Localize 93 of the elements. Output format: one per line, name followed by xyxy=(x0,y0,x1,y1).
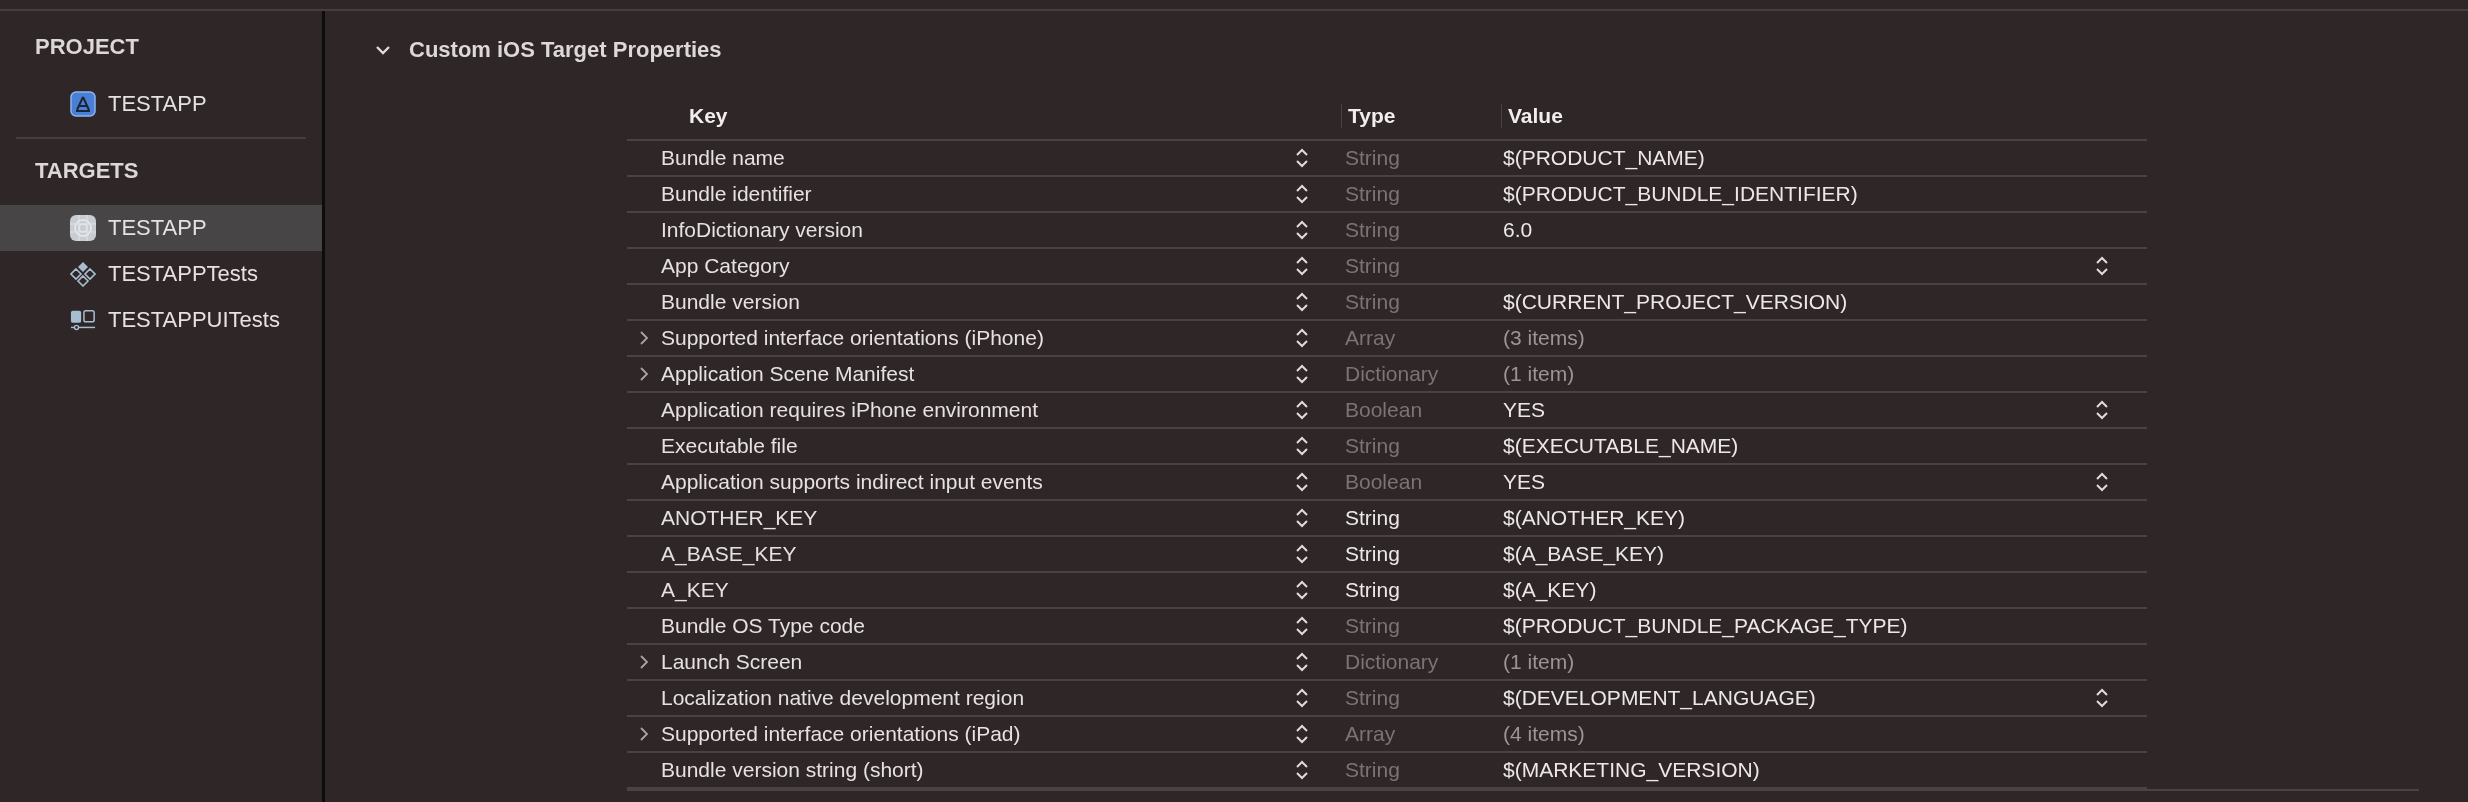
value-cell-text: $(DEVELOPMENT_LANGUAGE) xyxy=(1503,686,1817,710)
type-cell-text: String xyxy=(1345,506,1401,530)
value-cell-text: $(CURRENT_PROJECT_VERSION) xyxy=(1503,290,1849,314)
chevron-icon[interactable] xyxy=(639,654,649,670)
sidebar-item[interactable]: TESTAPP xyxy=(0,81,322,127)
value-cell-text: $(PRODUCT_BUNDLE_IDENTIFIER) xyxy=(1503,182,1859,206)
sidebar-item[interactable]: TESTAPPTests xyxy=(0,251,322,297)
stepper-icon[interactable] xyxy=(1295,363,1309,385)
value-cell-text: $(A_KEY) xyxy=(1503,578,1598,602)
type-cell-text: String xyxy=(1345,182,1401,206)
stepper-icon[interactable] xyxy=(1295,615,1309,637)
value-cell-text: $(PRODUCT_BUNDLE_PACKAGE_TYPE) xyxy=(1503,614,1909,638)
type-cell-text: String xyxy=(1345,686,1401,710)
stepper-icon[interactable] xyxy=(1295,723,1309,745)
stepper-icon[interactable] xyxy=(1295,399,1309,421)
stepper-icon[interactable] xyxy=(1295,147,1309,169)
sidebar-section-title: TARGETS xyxy=(34,157,140,185)
stepper-icon[interactable] xyxy=(1295,219,1309,241)
type-cell-text: String xyxy=(1345,254,1401,278)
app-icon xyxy=(70,215,96,241)
key-cell-text: Executable file xyxy=(661,434,799,458)
key-cell-text: InfoDictionary version xyxy=(661,218,864,242)
type-cell-text: Boolean xyxy=(1345,398,1424,422)
sidebar-section-title: PROJECT xyxy=(34,33,140,61)
stepper-icon[interactable] xyxy=(1295,759,1309,781)
type-cell-text: String xyxy=(1345,578,1401,602)
key-cell-text: Application supports indirect input events xyxy=(661,470,1044,494)
type-cell-text: String xyxy=(1345,542,1401,566)
value-cell-text: $(EXECUTABLE_NAME) xyxy=(1503,434,1740,458)
key-cell-text: A_BASE_KEY xyxy=(661,542,798,566)
key-cell-text: Bundle OS Type code xyxy=(661,614,866,638)
value-cell-text: YES xyxy=(1503,470,1547,494)
stepper-icon[interactable] xyxy=(1295,651,1309,673)
sidebar-item[interactable]: TESTAPPUITests xyxy=(0,297,322,343)
key-cell-text: ANOTHER_KEY xyxy=(661,506,819,530)
type-cell-text: Boolean xyxy=(1345,470,1424,494)
type-cell-text: Dictionary xyxy=(1345,650,1440,674)
stepper-icon[interactable] xyxy=(1295,579,1309,601)
key-cell-text: A_KEY xyxy=(661,578,730,602)
key-cell-text: Launch Screen xyxy=(661,650,804,674)
key-cell-text: Localization native development region xyxy=(661,686,1026,710)
key-cell-text: Supported interface orientations (iPhone) xyxy=(661,326,1045,350)
stepper-icon[interactable] xyxy=(1295,471,1309,493)
column-header[interactable]: Key xyxy=(689,104,728,128)
stepper-icon[interactable] xyxy=(1295,687,1309,709)
key-cell-text: Bundle name xyxy=(661,146,786,170)
value-cell-text: (1 item) xyxy=(1503,362,1576,386)
stepper-icon[interactable] xyxy=(1295,255,1309,277)
type-cell-text: String xyxy=(1345,614,1401,638)
stepper-icon[interactable] xyxy=(1295,291,1309,313)
type-cell-text: String xyxy=(1345,758,1401,782)
value-cell-text: (1 item) xyxy=(1503,650,1576,674)
value-cell-text: YES xyxy=(1503,398,1547,422)
type-cell-text: String xyxy=(1345,218,1401,242)
type-cell-text: String xyxy=(1345,290,1401,314)
stepper-icon[interactable] xyxy=(1295,543,1309,565)
chevron-icon[interactable] xyxy=(639,366,649,382)
key-cell-text: Bundle identifier xyxy=(661,182,813,206)
type-cell-text: String xyxy=(1345,434,1401,458)
column-header[interactable]: Value xyxy=(1501,104,1563,128)
sidebar-item[interactable]: TESTAPP xyxy=(0,205,322,251)
app-store-icon xyxy=(70,91,96,117)
key-cell-text: Bundle version string (short) xyxy=(661,758,925,782)
key-cell-text: App Category xyxy=(661,254,791,278)
popup-stepper-icon[interactable] xyxy=(2095,399,2109,421)
value-cell-text: 6.0 xyxy=(1503,218,1534,242)
popup-stepper-icon[interactable] xyxy=(2095,687,2109,709)
value-cell-text: $(A_BASE_KEY) xyxy=(1503,542,1666,566)
stepper-icon[interactable] xyxy=(1295,507,1309,529)
key-cell-text: Supported interface orientations (iPad) xyxy=(661,722,1022,746)
diamonds-icon xyxy=(70,261,96,287)
key-cell-text: Application requires iPhone environment xyxy=(661,398,1040,422)
type-cell-text: Array xyxy=(1345,722,1397,746)
value-cell-text: $(MARKETING_VERSION) xyxy=(1503,758,1761,782)
type-cell-text: Array xyxy=(1345,326,1397,350)
value-cell-text: (4 items) xyxy=(1503,722,1586,746)
type-cell-text: String xyxy=(1345,146,1401,170)
value-cell-text: $(ANOTHER_KEY) xyxy=(1503,506,1687,530)
stepper-icon[interactable] xyxy=(1295,327,1309,349)
key-cell-text: Bundle version xyxy=(661,290,801,314)
chevron-icon[interactable] xyxy=(639,726,649,742)
stepper-icon[interactable] xyxy=(1295,183,1309,205)
popup-stepper-icon[interactable] xyxy=(2095,471,2109,493)
value-cell-text: (3 items) xyxy=(1503,326,1586,350)
key-cell-text: Application Scene Manifest xyxy=(661,362,916,386)
popup-stepper-icon[interactable] xyxy=(2095,255,2109,277)
stepper-icon[interactable] xyxy=(1295,435,1309,457)
chevron-icon[interactable] xyxy=(639,330,649,346)
screens-icon xyxy=(70,307,96,333)
section-title: Custom iOS Target Properties xyxy=(409,37,722,63)
type-cell-text: Dictionary xyxy=(1345,362,1440,386)
value-cell-text: $(PRODUCT_NAME) xyxy=(1503,146,1706,170)
column-header[interactable]: Type xyxy=(1341,104,1396,128)
